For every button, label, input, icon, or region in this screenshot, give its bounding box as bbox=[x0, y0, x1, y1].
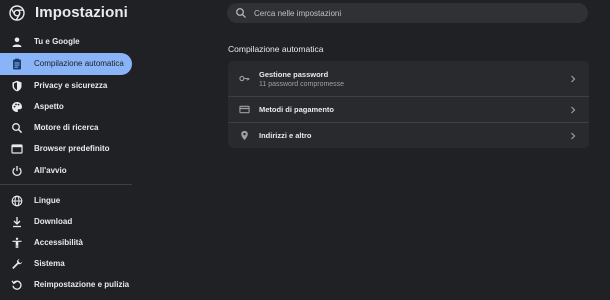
sidebar-item-label: Motore di ricerca bbox=[34, 123, 99, 132]
search-box[interactable] bbox=[227, 3, 588, 23]
top-bar: Impostazioni bbox=[0, 0, 610, 27]
row-metodi-di-pagamento[interactable]: Metodi di pagamento bbox=[228, 97, 589, 122]
chevron-right-icon bbox=[571, 132, 576, 140]
sidebar-item-label: Accessibilità bbox=[34, 238, 83, 247]
location-pin-icon bbox=[241, 130, 248, 141]
sidebar-item-label: Lingue bbox=[34, 196, 61, 205]
key-icon bbox=[239, 75, 250, 82]
download-icon bbox=[13, 217, 21, 228]
sidebar-item-aspetto[interactable]: Aspetto bbox=[0, 96, 132, 118]
sidebar-item-label: Browser predefinito bbox=[34, 144, 110, 153]
sidebar-item-label: Tu e Google bbox=[34, 37, 80, 46]
sidebar-item-label: Privacy e sicurezza bbox=[34, 81, 108, 90]
search-icon bbox=[12, 123, 23, 134]
row-indirizzi-e-altro[interactable]: Indirizzi e altro bbox=[228, 123, 589, 148]
chevron-right-icon bbox=[571, 75, 576, 83]
sidebar-item-label: Download bbox=[34, 217, 73, 226]
sidebar-item-all-avvio[interactable]: All'avvio bbox=[0, 160, 132, 182]
sidebar-item-label: Reimpostazione e pulizia bbox=[34, 280, 130, 289]
sidebar-item-tu-e-google[interactable]: Tu e Google bbox=[0, 31, 132, 53]
sidebar-item-privacy-e-sicurezza[interactable]: Privacy e sicurezza bbox=[0, 75, 132, 97]
app-title: Impostazioni bbox=[35, 4, 128, 21]
palette-icon bbox=[12, 102, 22, 112]
sidebar-item-motore-di-ricerca[interactable]: Motore di ricerca bbox=[0, 117, 132, 139]
shield-icon bbox=[12, 80, 22, 92]
clipboard-icon bbox=[13, 58, 21, 70]
sidebar-item-lingue[interactable]: Lingue bbox=[0, 190, 132, 212]
sidebar-item-label: Aspetto bbox=[34, 102, 64, 111]
autofill-card: Gestione password 11 password compromess… bbox=[228, 61, 589, 148]
row-title: Metodi di pagamento bbox=[259, 105, 334, 114]
row-title: Indirizzi e altro bbox=[259, 131, 312, 140]
row-title: Gestione password bbox=[259, 70, 329, 79]
browser-icon bbox=[11, 144, 23, 154]
row-subtitle: 11 password compromesse bbox=[259, 81, 345, 88]
sidebar-item-reimpostazione-e-pulizia[interactable]: Reimpostazione e pulizia bbox=[0, 274, 132, 296]
chrome-logo-icon bbox=[9, 5, 25, 21]
sidebar-divider bbox=[0, 184, 132, 185]
sidebar-item-accessibilita[interactable]: Accessibilità bbox=[0, 232, 132, 254]
accessibility-icon bbox=[12, 237, 22, 248]
search-icon bbox=[236, 8, 246, 18]
search-input[interactable] bbox=[254, 5, 574, 21]
sidebar-item-label: Sistema bbox=[34, 259, 65, 268]
power-icon bbox=[12, 166, 22, 177]
section-title: Compilazione automatica bbox=[228, 44, 324, 54]
reset-icon bbox=[11, 280, 22, 290]
sidebar-item-label: Compilazione automatica bbox=[34, 59, 124, 68]
chevron-right-icon bbox=[571, 106, 576, 114]
sidebar-item-browser-predefinito[interactable]: Browser predefinito bbox=[0, 138, 132, 160]
sidebar-item-label: All'avvio bbox=[34, 166, 67, 175]
sidebar-item-compilazione-automatica[interactable]: Compilazione automatica bbox=[0, 53, 132, 75]
credit-card-icon bbox=[239, 105, 250, 114]
sidebar-item-sistema[interactable]: Sistema bbox=[0, 253, 132, 275]
person-icon bbox=[12, 37, 22, 47]
globe-icon bbox=[11, 195, 23, 207]
wrench-icon bbox=[12, 259, 23, 269]
sidebar-item-download[interactable]: Download bbox=[0, 211, 132, 233]
sidebar: Tu e Google Compilazione automatica Priv… bbox=[0, 31, 140, 300]
row-gestione-password[interactable]: Gestione password 11 password compromess… bbox=[228, 61, 589, 96]
